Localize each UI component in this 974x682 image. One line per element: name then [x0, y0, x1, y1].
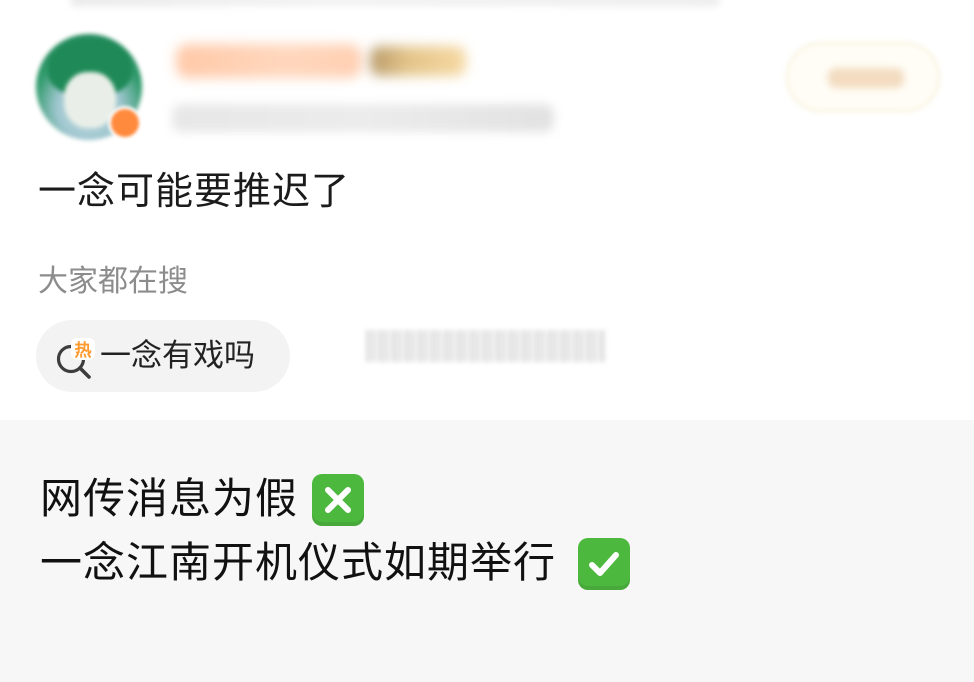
avatar-verified-badge-icon [108, 106, 142, 140]
message-line-ceremony: 一念江南开机仪式如期举行 [40, 538, 557, 587]
username-blurred[interactable] [176, 44, 362, 78]
check-mark-glyph [589, 552, 619, 576]
post-card: 一念可能要推迟了 大家都在搜 热 一念有戏吗 [0, 0, 974, 420]
cross-mark-button-icon [312, 474, 364, 526]
hot-search-label: 一念有戏吗 [100, 338, 255, 374]
message-line-false-rumor: 网传消息为假 [40, 474, 299, 523]
message-area: 网传消息为假 一念江南开机仪式如期举行 [0, 420, 974, 682]
hot-search-magnifier-icon: 热 [56, 338, 95, 379]
blurred-top-strip [70, 0, 720, 6]
hot-badge-char: 热 [75, 340, 92, 361]
blurred-barcode-strip [366, 330, 606, 362]
hot-search-chip[interactable]: 热 一念有戏吗 [36, 320, 290, 392]
vip-badge-blurred [370, 46, 466, 76]
cross-mark-glyph [325, 487, 351, 513]
check-mark-button-icon [578, 538, 630, 590]
follow-button-label-blurred [828, 68, 904, 88]
follow-button[interactable] [786, 42, 940, 112]
search-caption: 大家都在搜 [38, 264, 188, 299]
post-text: 一念可能要推迟了 [38, 169, 351, 213]
post-meta-blurred [172, 104, 554, 132]
